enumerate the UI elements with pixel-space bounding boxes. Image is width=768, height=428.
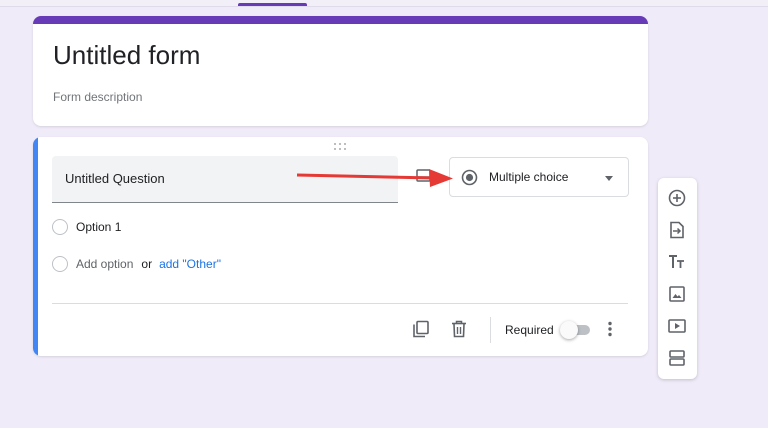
radio-button-icon — [461, 169, 478, 191]
form-header-card: Untitled form Form description — [33, 16, 648, 126]
add-option-row: Add option or add "Other" — [52, 255, 221, 273]
drag-handle-icon[interactable] — [334, 143, 348, 151]
add-option-button[interactable]: Add option — [76, 257, 133, 271]
add-video-icon[interactable] — [667, 316, 687, 336]
or-text: or — [141, 257, 153, 271]
add-image-icon[interactable] — [667, 284, 687, 304]
copy-icon[interactable] — [410, 318, 432, 340]
add-section-icon[interactable] — [667, 348, 687, 368]
option-label[interactable]: Option 1 — [76, 220, 121, 234]
question-type-dropdown[interactable]: Multiple choice — [449, 157, 629, 197]
radio-circle-icon — [52, 219, 68, 235]
add-other-link[interactable]: add "Other" — [159, 257, 221, 271]
active-tab-indicator — [238, 3, 307, 6]
active-card-indicator — [33, 137, 38, 356]
title-text-icon[interactable] — [667, 252, 687, 272]
chevron-down-icon — [605, 176, 613, 181]
footer-divider — [52, 303, 628, 304]
form-title[interactable]: Untitled form — [53, 40, 200, 71]
add-question-icon[interactable] — [667, 188, 687, 208]
footer-vertical-divider — [490, 317, 491, 343]
toggle-thumb — [560, 321, 578, 339]
required-label: Required — [505, 323, 554, 337]
more-vertical-icon[interactable] — [599, 318, 621, 340]
trash-icon[interactable] — [448, 318, 470, 340]
side-toolbar — [658, 178, 697, 379]
header-accent-bar — [33, 16, 648, 24]
top-bar-edge — [0, 0, 768, 7]
import-questions-icon[interactable] — [667, 220, 687, 240]
annotation-arrow-icon — [296, 169, 453, 187]
option-item[interactable]: Option 1 — [52, 218, 121, 236]
radio-circle-icon — [52, 256, 68, 272]
question-type-label: Multiple choice — [489, 170, 569, 184]
form-description-field[interactable]: Form description — [53, 90, 142, 104]
required-toggle[interactable] — [560, 321, 592, 339]
